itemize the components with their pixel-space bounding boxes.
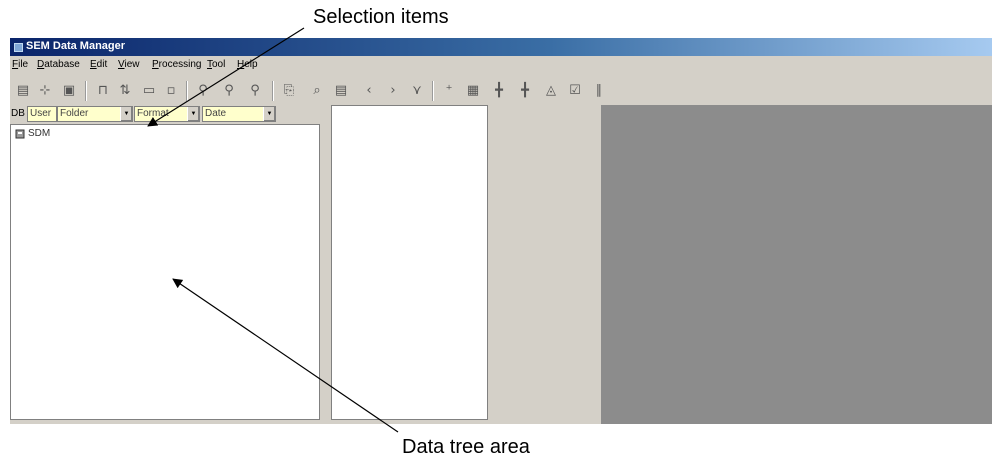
selection-items-arrow [147, 27, 305, 127]
callout-arrows [147, 27, 399, 433]
data-tree-area-arrow [172, 278, 399, 433]
